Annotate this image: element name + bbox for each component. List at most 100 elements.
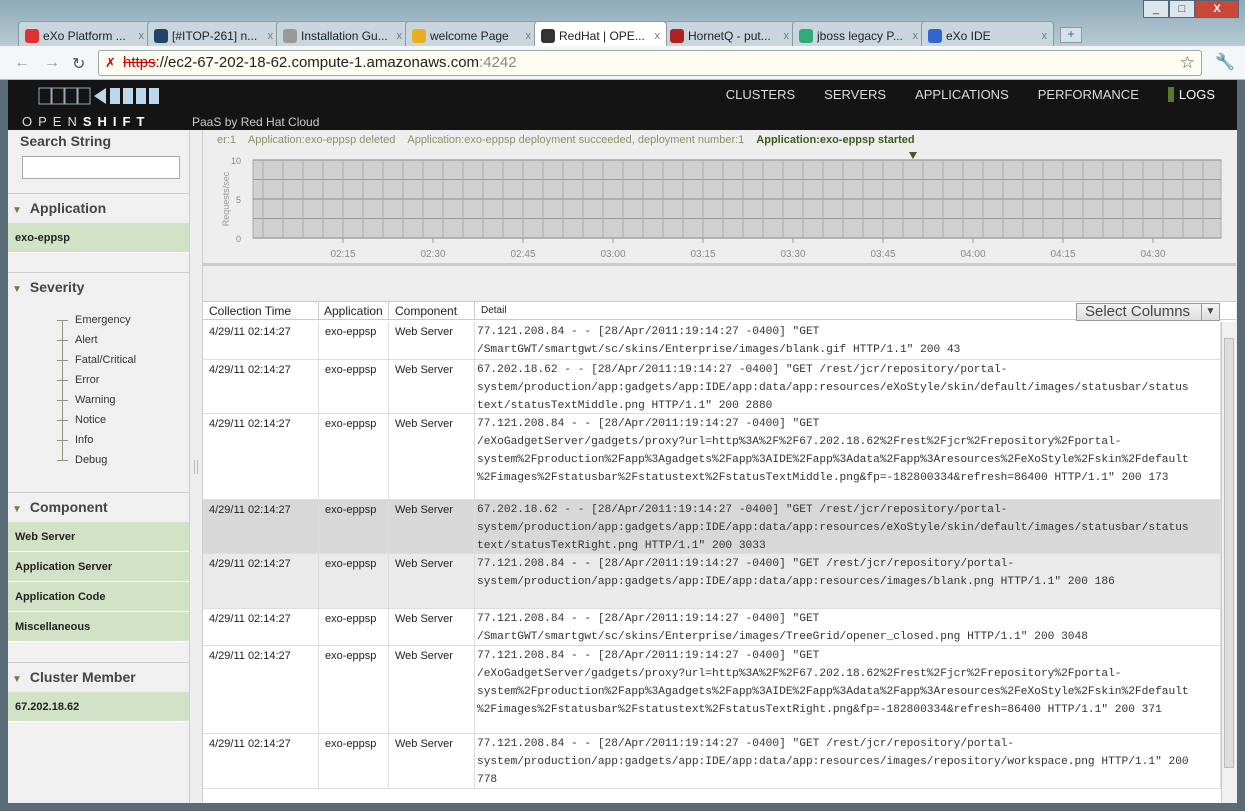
- severity-level[interactable]: Warning: [57, 390, 189, 410]
- table-row[interactable]: 4/29/11 02:14:27 exo-eppsp Web Server 67.20…: [203, 360, 1221, 414]
- severity-level[interactable]: Info: [57, 430, 189, 450]
- collapse-triangle-icon: ▼: [12, 504, 22, 515]
- menu-servers[interactable]: SERVERS: [824, 87, 886, 102]
- vertical-scrollbar[interactable]: [1221, 322, 1236, 803]
- application-section-header[interactable]: ▼ Application: [8, 193, 189, 223]
- tab-close-icon[interactable]: x: [1042, 30, 1048, 42]
- cell-detail: 67.202.18.62 - - [28/Apr/2011:19:14:27 -…: [475, 360, 1221, 413]
- cell-component: Web Server: [389, 609, 475, 645]
- tab-label: HornetQ - put...: [688, 29, 771, 43]
- reload-icon[interactable]: ↻: [72, 54, 85, 74]
- cell-collection-time: 4/29/11 02:14:27: [203, 646, 319, 733]
- browser-tab[interactable]: [#ITOP-261] n... x: [147, 21, 280, 46]
- back-icon[interactable]: ←: [14, 54, 30, 72]
- jira-icon: [154, 29, 168, 43]
- cell-collection-time: 4/29/11 02:14:27: [203, 500, 319, 553]
- menu-performance[interactable]: PERFORMANCE: [1038, 87, 1139, 102]
- browser-tab[interactable]: eXo Platform ... x: [18, 21, 151, 46]
- menu-logs[interactable]: LOGS: [1167, 87, 1215, 102]
- scrollbar-thumb[interactable]: [1224, 338, 1234, 768]
- x-tick-label: 03:15: [690, 249, 715, 260]
- browser-tab[interactable]: Installation Gu... x: [276, 21, 409, 46]
- cell-collection-time: 4/29/11 02:14:27: [203, 734, 319, 788]
- table-row[interactable]: 4/29/11 02:14:27 exo-eppsp Web Server 77.12…: [203, 554, 1221, 609]
- tab-close-icon[interactable]: x: [139, 30, 145, 42]
- tab-close-icon[interactable]: x: [913, 30, 919, 42]
- cell-component: Web Server: [389, 500, 475, 553]
- maximize-button[interactable]: □: [1169, 0, 1195, 18]
- application-item[interactable]: exo-eppsp: [8, 223, 189, 253]
- component-item-web-server[interactable]: Web Server: [8, 522, 189, 552]
- section-title: Cluster Member: [29, 669, 136, 685]
- component-item-miscellaneous[interactable]: Miscellaneous: [8, 612, 189, 642]
- cell-component: Web Server: [389, 322, 475, 359]
- cluster-member-item[interactable]: 67.202.18.62: [8, 692, 189, 722]
- table-row[interactable]: 4/29/11 02:14:27 exo-eppsp Web Server 77.12…: [203, 734, 1221, 789]
- table-row[interactable]: 4/29/11 02:14:27 exo-eppsp Web Server 77.12…: [203, 414, 1221, 500]
- severity-level[interactable]: Debug: [57, 450, 189, 470]
- brand-bold: SHIFT: [82, 114, 151, 129]
- event-marker-icon: [909, 152, 917, 159]
- component-item-application-code[interactable]: Application Code: [8, 582, 189, 612]
- severity-section-header[interactable]: ▼ Severity: [8, 272, 189, 302]
- col-header-collection-time[interactable]: Collection Time: [203, 302, 319, 320]
- cell-application: exo-eppsp: [319, 322, 389, 359]
- severity-slider[interactable]: Emergency Alert Fatal/Critical Error Warning…: [57, 310, 189, 470]
- cell-application: exo-eppsp: [319, 646, 389, 733]
- address-bar[interactable]: ✗ https://ec2-67-202-18-62.compute-1.ama…: [98, 50, 1202, 76]
- component-item-application-server[interactable]: Application Server: [8, 552, 189, 582]
- tab-label: eXo Platform ...: [43, 29, 126, 43]
- severity-level[interactable]: Emergency: [57, 310, 189, 330]
- minimize-button[interactable]: _: [1143, 0, 1169, 18]
- select-columns-button[interactable]: Select Columns ▼: [1076, 303, 1220, 321]
- col-header-component[interactable]: Component: [389, 302, 475, 320]
- splitter-handle[interactable]: [194, 460, 198, 474]
- brand-light: OPEN: [22, 114, 83, 129]
- log-rows: 4/29/11 02:14:27 exo-eppsp Web Server 77.12…: [203, 322, 1221, 789]
- severity-level[interactable]: Error: [57, 370, 189, 390]
- component-section-header[interactable]: ▼ Component: [8, 492, 189, 522]
- cell-application: exo-eppsp: [319, 734, 389, 788]
- openshift-logo: [38, 87, 159, 105]
- loading-icon: [412, 29, 426, 43]
- table-row[interactable]: 4/29/11 02:14:27 exo-eppsp Web Server 77.12…: [203, 609, 1221, 646]
- browser-tab[interactable]: eXo IDE x: [921, 21, 1054, 46]
- cell-application: exo-eppsp: [319, 609, 389, 645]
- collapse-triangle-icon: ▼: [12, 284, 22, 295]
- tab-close-icon[interactable]: x: [784, 30, 790, 42]
- y-tick-label: 0: [236, 234, 241, 244]
- severity-level[interactable]: Alert: [57, 330, 189, 350]
- tab-close-icon[interactable]: x: [526, 30, 532, 42]
- table-row[interactable]: 4/29/11 02:14:27 exo-eppsp Web Server 77.12…: [203, 322, 1221, 360]
- tab-close-icon[interactable]: x: [397, 30, 403, 42]
- cell-collection-time: 4/29/11 02:14:27: [203, 609, 319, 645]
- forward-icon[interactable]: →: [44, 54, 60, 72]
- search-input[interactable]: [22, 156, 180, 179]
- broken-lock-icon: ✗: [105, 55, 116, 70]
- cluster-section-header[interactable]: ▼ Cluster Member: [8, 662, 189, 692]
- cell-collection-time: 4/29/11 02:14:27: [203, 360, 319, 413]
- x-tick-label: 04:00: [960, 249, 985, 260]
- table-row[interactable]: 4/29/11 02:14:27 exo-eppsp Web Server 77.12…: [203, 646, 1221, 734]
- table-row[interactable]: 4/29/11 02:14:27 exo-eppsp Web Server 67.20…: [203, 500, 1221, 554]
- severity-level[interactable]: Notice: [57, 410, 189, 430]
- browser-tab[interactable]: RedHat | OPE... x: [534, 21, 667, 46]
- close-window-button[interactable]: X: [1195, 0, 1239, 18]
- new-tab-button[interactable]: +: [1060, 27, 1082, 43]
- severity-level[interactable]: Fatal/Critical: [57, 350, 189, 370]
- wrench-icon[interactable]: 🔧: [1215, 52, 1235, 72]
- browser-tab[interactable]: welcome Page x: [405, 21, 538, 46]
- window-titlebar: _ □ X eXo Platform ... x [#ITOP-261] n... x…: [0, 0, 1245, 46]
- menu-applications[interactable]: APPLICATIONS: [915, 87, 1009, 102]
- y-tick-label: 10: [231, 156, 241, 166]
- select-columns-label: Select Columns: [1085, 303, 1191, 320]
- tab-close-icon[interactable]: x: [268, 30, 274, 42]
- cell-component: Web Server: [389, 554, 475, 608]
- browser-tab[interactable]: jboss legacy P... x: [792, 21, 925, 46]
- cell-component: Web Server: [389, 360, 475, 413]
- tab-close-icon[interactable]: x: [655, 30, 661, 42]
- bookmark-star-icon[interactable]: ☆: [1180, 51, 1195, 75]
- menu-clusters[interactable]: CLUSTERS: [726, 87, 795, 102]
- browser-tab[interactable]: HornetQ - put... x: [663, 21, 796, 46]
- col-header-application[interactable]: Application: [319, 302, 389, 320]
